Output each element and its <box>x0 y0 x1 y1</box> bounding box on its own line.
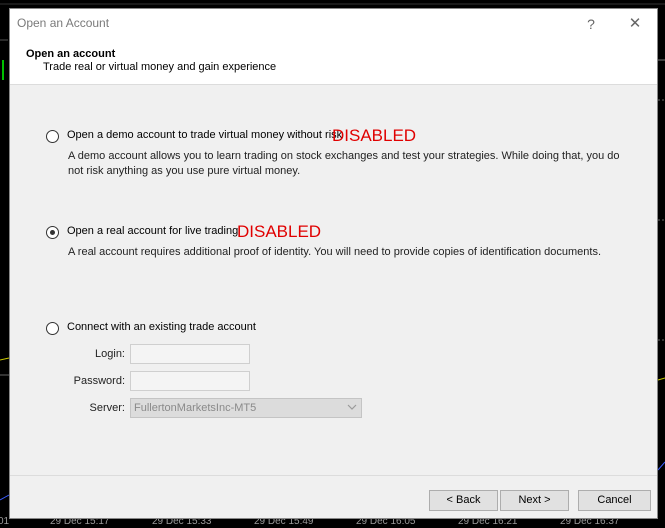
existing-radio[interactable] <box>46 322 59 335</box>
demo-radio[interactable] <box>46 130 59 143</box>
server-select-value: FullertonMarketsInc-MT5 <box>134 402 257 414</box>
header-subtitle: Trade real or virtual money and gain exp… <box>43 61 277 73</box>
real-disabled-tag: DISABLED <box>237 222 322 241</box>
real-description: A real account requires additional proof… <box>68 246 602 258</box>
footer-divider <box>10 475 657 476</box>
server-label: Server: <box>89 402 125 414</box>
close-icon[interactable]: ✕ <box>620 13 650 35</box>
real-radio[interactable] <box>46 226 59 239</box>
help-icon[interactable]: ? <box>576 13 606 35</box>
chevron-down-icon <box>347 404 357 410</box>
existing-label: Connect with an existing trade account <box>67 321 256 333</box>
axis-tick: 01 <box>0 516 10 527</box>
login-field[interactable] <box>130 344 250 364</box>
title-bar: Open an Account ? ✕ <box>10 9 657 39</box>
login-label: Login: <box>95 348 125 360</box>
next-button[interactable]: Next > <box>500 490 569 511</box>
wizard-header: Open an account Trade real or virtual mo… <box>10 39 657 85</box>
open-account-dialog: Open an Account ? ✕ Open an account Trad… <box>9 8 658 519</box>
demo-description: A demo account allows you to learn tradi… <box>68 150 620 177</box>
cancel-button[interactable]: Cancel <box>578 490 651 511</box>
server-select[interactable]: FullertonMarketsInc-MT5 <box>130 398 362 418</box>
demo-label: Open a demo account to trade virtual mon… <box>67 129 343 141</box>
real-label: Open a real account for live trading <box>67 225 239 237</box>
header-title: Open an account <box>26 48 116 60</box>
password-label: Password: <box>73 375 125 387</box>
password-field[interactable] <box>130 371 250 391</box>
demo-disabled-tag: DISABLED <box>332 126 417 145</box>
back-button[interactable]: < Back <box>429 490 498 511</box>
window-title: Open an Account <box>17 16 110 30</box>
